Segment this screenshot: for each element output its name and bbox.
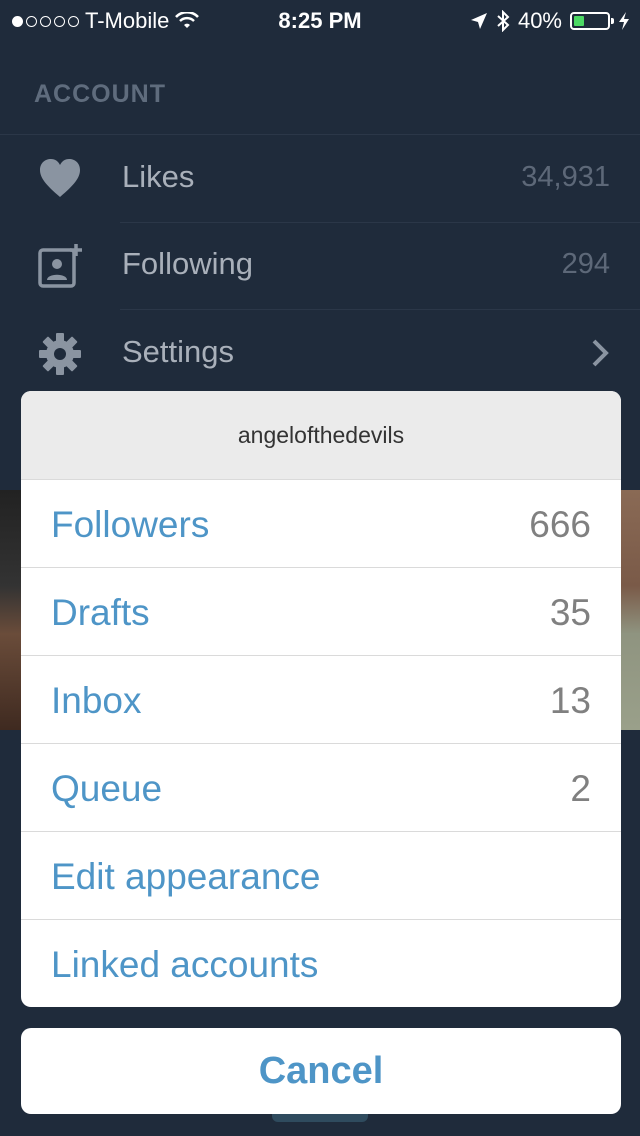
charging-bolt-icon — [619, 12, 629, 30]
blog-action-sheet: angelofthedevils Followers 666 Drafts 35… — [21, 391, 621, 1007]
sheet-item-inbox[interactable]: Inbox 13 — [21, 655, 621, 743]
battery-percent: 40% — [517, 8, 562, 33]
likes-count: 34,931 — [521, 161, 610, 193]
location-arrow-icon — [470, 13, 487, 29]
sheet-item-drafts[interactable]: Drafts 35 — [21, 567, 621, 655]
drafts-count: 35 — [549, 592, 591, 633]
likes-label: Likes — [122, 159, 195, 194]
sheet-item-queue[interactable]: Queue 2 — [21, 743, 621, 831]
queue-count: 2 — [570, 768, 591, 809]
bluetooth-icon — [497, 10, 510, 32]
battery-fill — [574, 16, 585, 26]
followers-count: 666 — [529, 504, 591, 545]
status-bar: T-Mobile 8:25 PM 40% — [0, 0, 640, 40]
following-count: 294 — [561, 248, 610, 280]
sheet-title: angelofthedevils — [21, 391, 621, 479]
inbox-count: 13 — [549, 680, 591, 721]
edit-appearance-label: Edit appearance — [51, 856, 321, 897]
add-contact-icon — [38, 244, 82, 288]
chevron-right-icon — [592, 339, 609, 367]
sheet-item-edit-appearance[interactable]: Edit appearance — [21, 831, 621, 919]
gear-icon — [39, 333, 81, 375]
cancel-button[interactable]: Cancel — [21, 1028, 621, 1114]
drafts-label: Drafts — [51, 592, 150, 633]
account-row-following[interactable]: Following 294 — [0, 222, 640, 310]
account-section-header: ACCOUNT — [34, 80, 166, 108]
status-right-group: 40% — [470, 8, 630, 34]
following-label: Following — [122, 246, 253, 281]
heart-icon — [40, 159, 80, 197]
sheet-item-linked-accounts[interactable]: Linked accounts — [21, 919, 621, 1007]
queue-label: Queue — [51, 768, 163, 809]
settings-label: Settings — [122, 334, 235, 369]
inbox-label: Inbox — [51, 680, 142, 721]
account-row-likes[interactable]: Likes 34,931 — [0, 134, 640, 223]
sheet-item-followers[interactable]: Followers 666 — [21, 479, 621, 567]
account-row-settings[interactable]: Settings — [0, 310, 640, 398]
followers-label: Followers — [51, 504, 210, 545]
battery-icon — [570, 12, 614, 30]
bottom-tab-indicator — [272, 1114, 368, 1122]
linked-accounts-label: Linked accounts — [51, 944, 319, 985]
